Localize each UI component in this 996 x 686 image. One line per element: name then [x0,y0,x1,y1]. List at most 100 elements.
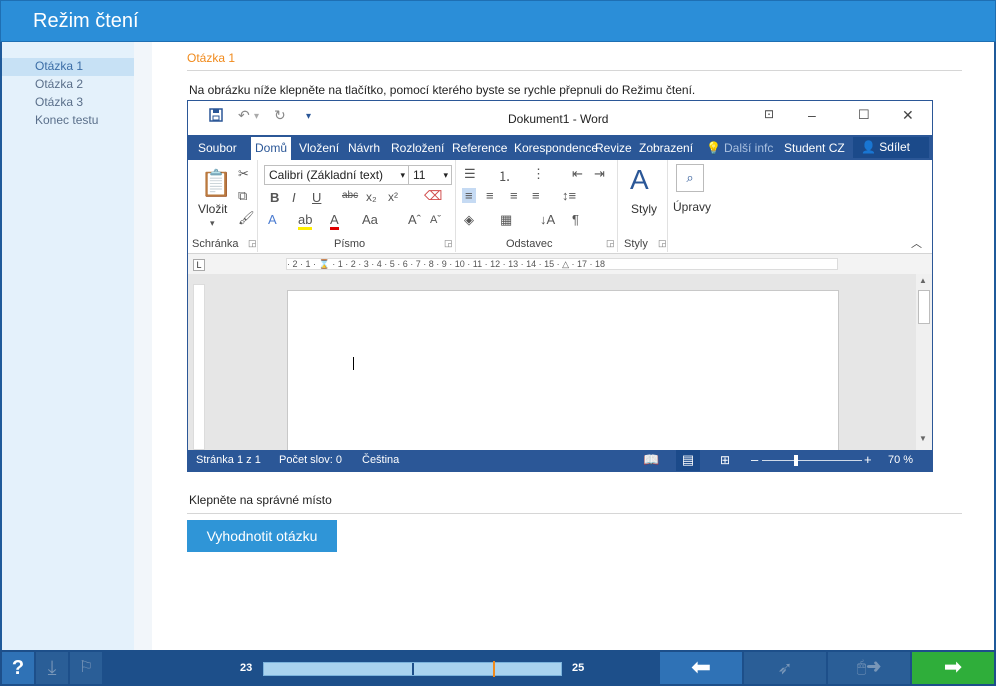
maximize-icon[interactable]: ☐ [858,107,870,123]
print-layout-icon[interactable]: ▤ [676,450,700,471]
ribbon-group-font: Calibri (Základní text) ▾ 11 ▾ ⌫ B I U abc… [258,160,456,252]
font-color-icon[interactable]: A [330,212,339,230]
word-count[interactable]: Počet slov: 0 [279,454,342,466]
nav-item-question-1[interactable]: Otázka 1 [2,58,134,76]
nav-item-question-2[interactable]: Otázka 2 [2,76,134,94]
font-name-value: Calibri (Základní text) [269,168,384,182]
tab-navrh[interactable]: Návrh [348,141,380,155]
font-size-select[interactable]: 11 ▾ [408,165,452,185]
bullets-icon[interactable]: ☰ [464,166,476,182]
sort-icon[interactable]: ↓A [540,212,555,227]
font-name-select[interactable]: Calibri (Základní text) ▾ [264,165,409,185]
tab-reference[interactable]: Reference [452,141,507,155]
tab-selector[interactable]: L [193,259,205,271]
zoom-level[interactable]: 70 % [888,454,913,466]
group-label-font: Písmo [334,238,366,250]
next-arrow-icon[interactable]: ➡ [912,652,994,684]
user-account[interactable]: Student CZ [784,141,845,155]
tab-revize[interactable]: Revize [595,141,632,155]
mouse-next-icon: 🖱➜ [828,652,910,684]
underline-icon[interactable]: U [312,190,321,205]
progress-separator [412,663,414,675]
clear-formatting-icon[interactable]: ⌫ [424,188,442,204]
web-layout-icon[interactable]: ⊞ [720,453,730,467]
close-icon[interactable]: ✕ [902,107,914,124]
read-mode-icon[interactable]: 📖 [643,452,659,468]
tab-soubor[interactable]: Soubor [198,141,237,155]
shrink-font-icon[interactable]: Aˇ [430,214,441,226]
tab-vlozeni[interactable]: Vložení [299,141,339,155]
multilevel-list-icon[interactable]: ⋮ [532,166,545,182]
styles-button[interactable]: Styly [631,202,657,216]
undo-icon[interactable]: ↶ [238,107,250,124]
previous-arrow-icon[interactable]: ⬅ [660,652,742,684]
language[interactable]: Čeština [362,454,399,466]
redo-icon[interactable]: ↻ [274,107,286,124]
chevron-down-icon[interactable]: ▾ [254,111,259,122]
align-center-icon[interactable]: ≡ [486,188,494,203]
share-button[interactable]: 👤 Sdílet [853,137,929,158]
numbering-icon[interactable]: ⒈ [498,166,511,185]
align-left-icon[interactable]: ≡ [462,188,476,203]
justify-icon[interactable]: ≡ [532,188,540,203]
nav-scrollbar[interactable]: ︿ ﹀ [134,42,281,650]
format-painter-icon[interactable]: 🖌 [238,210,255,226]
cut-icon[interactable]: ✂ [238,166,249,182]
styles-icon[interactable]: A [630,164,649,196]
show-marks-icon[interactable]: ¶ [572,212,579,227]
borders-icon[interactable]: ▦ [500,212,512,228]
nav-item-end-test[interactable]: Konec testu [2,112,134,130]
paste-icon[interactable]: 📋 [200,168,232,199]
dialog-launcher-icon[interactable]: ◲ [444,238,453,249]
tab-korespondence[interactable]: Korespondence [514,141,598,155]
copy-icon[interactable]: ⧉ [238,188,247,204]
zoom-slider[interactable] [762,455,862,466]
text-effects-icon[interactable]: A [268,212,277,227]
tab-zobrazeni[interactable]: Zobrazení [639,141,693,155]
minimize-icon[interactable]: – [808,107,816,123]
zoom-out-icon[interactable]: – [751,452,758,467]
font-size-value: 11 [413,168,426,182]
nav-item-question-3[interactable]: Otázka 3 [2,94,134,112]
superscript-icon[interactable]: x² [388,190,398,204]
scroll-thumb[interactable] [918,290,930,324]
tab-tell-me[interactable]: Další infc [724,141,773,155]
lightbulb-icon[interactable]: 💡 [706,141,721,155]
subscript-icon[interactable]: x₂ [366,190,377,204]
help-icon[interactable]: ? [2,652,34,684]
search-icon[interactable]: ⌕ [676,164,704,192]
zoom-slider-thumb[interactable] [794,455,798,466]
document-page[interactable] [287,290,839,455]
zoom-in-icon[interactable]: + [864,452,872,467]
chevron-down-icon[interactable]: ▾ [210,218,215,229]
strikethrough-icon[interactable]: abc [342,190,358,201]
word-window-image[interactable]: ↶ ▾ ↻ ▾ Dokument1 - Word ⊡ – ☐ ✕ Soubor … [187,100,933,472]
document-scrollbar[interactable]: ▲ ▼ [916,274,932,469]
evaluate-button[interactable]: Vyhodnotit otázku [187,520,337,552]
bold-icon[interactable]: B [270,190,279,205]
collapse-ribbon-icon[interactable]: ︿ [911,235,922,251]
increase-indent-icon[interactable]: ⇥ [594,166,605,182]
grow-font-icon[interactable]: Aˆ [408,212,421,227]
tab-domu[interactable]: Domů [251,137,292,160]
ribbon-group-editing: ⌕ Úpravy [668,160,716,252]
shading-icon[interactable]: ◈ [464,212,474,228]
dialog-launcher-icon[interactable]: ◲ [606,238,615,249]
scroll-up-icon[interactable]: ▲ [919,276,927,285]
change-case-icon[interactable]: Aa [362,212,378,227]
align-right-icon[interactable]: ≡ [510,188,518,203]
customize-qat-icon[interactable]: ▾ [306,111,311,122]
italic-icon[interactable]: I [292,190,296,205]
scroll-down-icon[interactable]: ▼ [919,434,927,443]
dialog-launcher-icon[interactable]: ◲ [658,238,667,249]
page-count[interactable]: Stránka 1 z 1 [196,454,261,466]
decrease-indent-icon[interactable]: ⇤ [572,166,583,182]
ribbon-display-icon[interactable]: ⊡ [764,107,774,121]
dialog-launcher-icon[interactable]: ◲ [248,238,257,249]
editing-button[interactable]: Úpravy [673,200,711,214]
line-spacing-icon[interactable]: ↕≡ [562,188,576,203]
save-icon[interactable] [208,107,224,126]
tab-rozlozeni[interactable]: Rozložení [391,141,444,155]
highlight-icon[interactable]: ab [298,212,313,230]
paste-button[interactable]: Vložit [198,202,227,216]
